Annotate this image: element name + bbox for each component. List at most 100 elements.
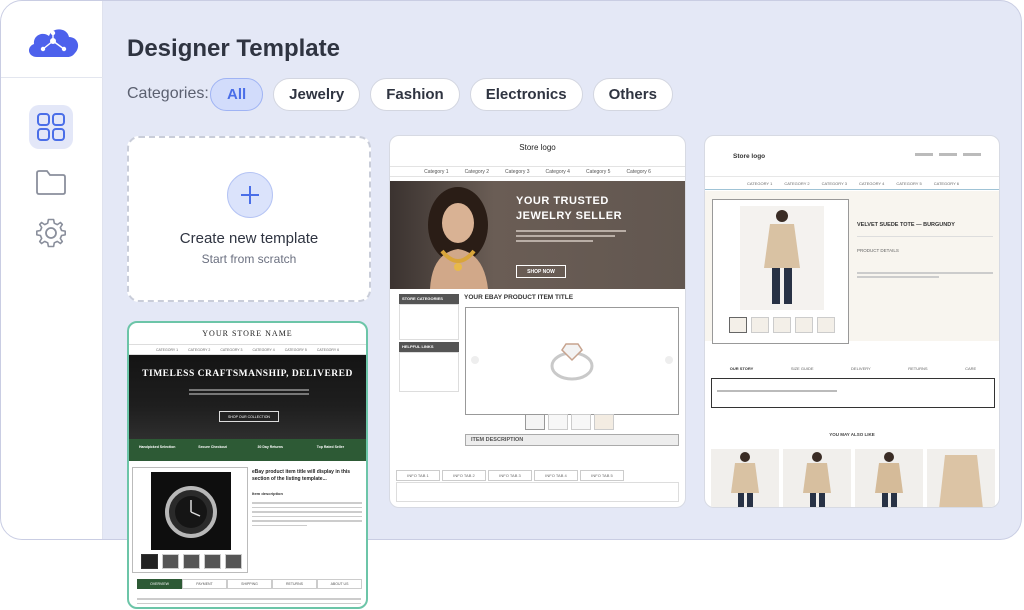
info-tab-content xyxy=(396,482,679,502)
nav-item: CATEGORY 1 xyxy=(155,347,179,352)
info-tab: INFO TAB 1 xyxy=(396,470,440,481)
thumbnail-strip xyxy=(525,414,614,430)
product-image-frame xyxy=(132,467,248,573)
category-filter: All Jewelry Fashion Electronics Others xyxy=(210,78,673,111)
related-product-image xyxy=(783,449,851,507)
nav-item: Category 4 xyxy=(545,168,570,175)
hero-title: TIMELESS CRAFTSMANSHIP, DELIVERED xyxy=(142,369,353,379)
info-tabs: INFO TAB 1 INFO TAB 2 INFO TAB 3 INFO TA… xyxy=(396,470,624,481)
info-tab: PAYMENT xyxy=(182,579,227,589)
item-description-header: ITEM DESCRIPTION xyxy=(465,434,679,446)
sidebar-item-settings[interactable] xyxy=(29,211,73,255)
create-template-title: Create new template xyxy=(179,230,319,247)
info-tab: INFO TAB 5 xyxy=(580,470,624,481)
info-tab: SIZE GUIDE xyxy=(790,366,814,371)
template-card-watch-selected[interactable]: YOUR STORE NAME CATEGORY 1 CATEGORY 2 CA… xyxy=(127,321,368,609)
hero-copy xyxy=(516,227,626,245)
category-chip-electronics[interactable]: Electronics xyxy=(469,78,583,111)
sidebar-item-templates[interactable] xyxy=(29,105,73,149)
info-tab: INFO TAB 3 xyxy=(488,470,532,481)
sidebar-item-folders[interactable] xyxy=(29,160,73,204)
info-tab: SHIPPING xyxy=(227,579,272,589)
create-template-card[interactable]: Create new template Start from scratch xyxy=(127,136,371,302)
create-template-subtitle: Start from scratch xyxy=(201,252,297,266)
nav-item: CATEGORY 6 xyxy=(933,180,960,186)
category-chip-others[interactable]: Others xyxy=(592,78,673,111)
product-details-label: PRODUCT DETAILS xyxy=(857,248,899,253)
cloud-network-logo-icon xyxy=(28,29,79,57)
category-chip-all[interactable]: All xyxy=(210,78,264,111)
model-photo xyxy=(428,187,488,289)
item-title: YOUR EBAY PRODUCT ITEM TITLE xyxy=(464,294,574,301)
store-logo-text: Store logo xyxy=(733,153,766,160)
related-product-image xyxy=(927,449,995,507)
sidebar-divider xyxy=(1,77,103,78)
template-card-jewelry[interactable]: Store logo Category 1 Category 2 Categor… xyxy=(389,135,686,508)
related-products xyxy=(711,449,995,507)
gear-icon xyxy=(36,218,66,248)
folder-icon xyxy=(36,170,66,195)
item-title: eBay product item title will display in … xyxy=(252,469,351,482)
related-product-image xyxy=(855,449,923,507)
nav-item: CATEGORY 4 xyxy=(859,180,885,186)
store-categories-header: STORE CATEGORIES xyxy=(399,294,459,304)
helpful-links-header: HELPFUL LINKS xyxy=(399,342,459,352)
info-tab: CARE xyxy=(965,366,977,371)
nav-item: Category 2 xyxy=(464,168,490,175)
info-tab: INFO TAB 2 xyxy=(442,470,486,481)
feature-item: Handpicked Selection xyxy=(139,445,176,449)
feature-strip: Handpicked Selection Secure Checkout 30 … xyxy=(129,439,366,461)
info-tab: OUR STORY xyxy=(729,366,754,371)
info-tab: INFO TAB 4 xyxy=(534,470,578,481)
info-tab-content xyxy=(137,595,361,607)
info-tab: OVERVIEW xyxy=(137,579,182,589)
hero-banner: TIMELESS CRAFTSMANSHIP, DELIVERED SHOP O… xyxy=(129,355,366,439)
store-name: YOUR STORE NAME xyxy=(202,329,293,338)
feature-item: 30 Day Returns xyxy=(257,445,283,449)
nav-item: CATEGORY 3 xyxy=(821,180,847,186)
header-links xyxy=(915,153,995,159)
template-nav: CATEGORY 1 CATEGORY 2 CATEGORY 3 CATEGOR… xyxy=(129,344,366,355)
category-chip-jewelry[interactable]: Jewelry xyxy=(273,78,361,111)
info-tab-content xyxy=(711,378,995,408)
thumbnail-strip xyxy=(141,554,242,569)
nav-item: Category 1 xyxy=(424,168,449,175)
nav-item: CATEGORY 5 xyxy=(284,347,307,352)
hero-banner: YOUR TRUSTED JEWELRY SELLER SHOP NOW xyxy=(390,181,685,289)
product-image-frame xyxy=(712,199,849,344)
feature-item: Secure Checkout xyxy=(198,445,227,449)
nav-item: CATEGORY 6 xyxy=(316,347,340,352)
logo-tagline xyxy=(390,156,685,164)
hero-copy xyxy=(189,387,309,397)
item-description-text xyxy=(252,499,362,529)
store-logo-text: Store logo xyxy=(519,143,556,152)
page-title: Designer Template xyxy=(127,35,340,62)
product-description xyxy=(857,270,993,280)
info-tabs: OVERVIEW PAYMENT SHIPPING RETURNS ABOUT … xyxy=(137,579,362,589)
sidebar xyxy=(1,1,103,539)
hero-title: YOUR TRUSTED JEWELRY SELLER xyxy=(516,195,623,222)
store-categories-list xyxy=(399,304,459,340)
nav-item: Category 3 xyxy=(505,168,530,175)
info-tab: RETURNS xyxy=(908,366,928,371)
nav-item: CATEGORY 4 xyxy=(252,347,275,352)
nav-item: CATEGORY 5 xyxy=(896,180,922,186)
info-tab: RETURNS xyxy=(272,579,317,589)
product-image-frame xyxy=(465,307,679,415)
plus-icon xyxy=(227,172,273,218)
item-description-label: Item description xyxy=(252,491,283,496)
template-card-fashion[interactable]: Store logo CATEGORY 1 CATEGORY 2 CATEGOR… xyxy=(704,135,1000,508)
coat-model-photo xyxy=(740,206,824,310)
feature-item: Top Rated Seller xyxy=(316,445,345,449)
carousel-next-icon xyxy=(665,356,673,364)
carousel-prev-icon xyxy=(471,356,479,364)
grid-icon xyxy=(37,113,65,141)
template-nav: CATEGORY 1 CATEGORY 2 CATEGORY 3 CATEGOR… xyxy=(705,176,999,190)
product-title: VELVET SUEDE TOTE — BURGUNDY xyxy=(857,222,955,228)
nav-item: CATEGORY 1 xyxy=(746,180,773,186)
info-tab: ABOUT US xyxy=(317,579,362,589)
thumbnail-strip xyxy=(729,317,835,333)
category-chip-fashion[interactable]: Fashion xyxy=(370,78,460,111)
you-may-also-like-heading: YOU MAY ALSO LIKE xyxy=(829,432,875,437)
nav-item: CATEGORY 2 xyxy=(188,347,211,352)
